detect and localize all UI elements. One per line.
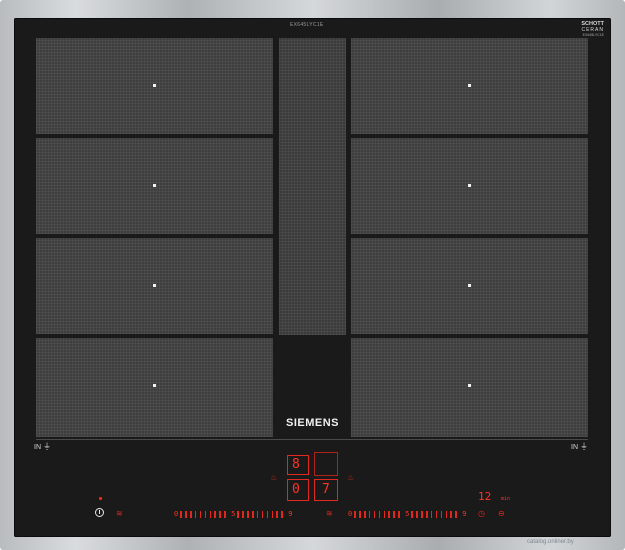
power-indicator-dot: [99, 497, 102, 500]
watermark: catalog.onliner.by: [527, 539, 574, 545]
zone-center-dot: [153, 384, 156, 387]
slider-left-min: 0: [174, 510, 179, 518]
timer-unit: min: [500, 496, 510, 502]
ground-icon: ⏚: [43, 442, 51, 451]
in-label-left-text: IN: [34, 444, 41, 451]
menu-icon-center[interactable]: ≋: [326, 509, 333, 518]
model-label: EX645LYC1E: [290, 22, 324, 28]
cooking-zone-left-4[interactable]: [36, 338, 273, 437]
display-right-digit: 7: [322, 482, 330, 497]
slider-right-mid: 5: [405, 510, 410, 518]
display-bottom-digit: 0: [292, 482, 300, 497]
display-top-left[interactable]: 8: [287, 455, 309, 475]
display-bottom-left[interactable]: 0: [287, 479, 309, 501]
schott-ceran-logo: SCHOTT CERAN EX645LYC1E: [564, 21, 604, 38]
zone-center-dot: [468, 384, 471, 387]
in-label-left: IN ⏚: [34, 441, 51, 452]
cooking-zone-right-1[interactable]: [351, 38, 588, 134]
ground-icon: ⏚: [580, 442, 588, 451]
cooking-zone-right-3[interactable]: [351, 238, 588, 334]
in-label-right: IN ⏚: [571, 441, 588, 452]
minus-icon[interactable]: ⊖: [498, 509, 505, 518]
power-slider-right[interactable]: 0 5 9: [346, 509, 468, 519]
siemens-logo: SIEMENS: [285, 417, 339, 429]
cooking-zone-right-4[interactable]: [351, 338, 588, 437]
cooking-zone-left-2[interactable]: [36, 138, 273, 234]
zone-center-dot: [153, 184, 156, 187]
slider-right-min: 0: [348, 510, 353, 518]
center-strip: [279, 38, 346, 335]
zone-center-dot: [468, 184, 471, 187]
power-slider-left[interactable]: 0 5 9: [172, 509, 294, 519]
cooking-zone-left-3[interactable]: [36, 238, 273, 334]
heat-icon[interactable]: ♨: [270, 473, 277, 482]
heat-icon-right[interactable]: ♨: [347, 473, 354, 482]
slider-left-mid: 5: [231, 510, 236, 518]
cooking-zone-right-2[interactable]: [351, 138, 588, 234]
zone-center-dot: [468, 284, 471, 287]
display-top-right[interactable]: [314, 452, 338, 476]
in-label-right-text: IN: [571, 444, 578, 451]
power-icon[interactable]: [95, 508, 104, 517]
timer-value: 12: [478, 490, 492, 503]
zone-center-dot: [153, 284, 156, 287]
menu-icon[interactable]: ≋: [116, 509, 123, 518]
cooking-zone-left-1[interactable]: [36, 38, 273, 134]
zone-center-dot: [468, 84, 471, 87]
display-top-digit: 8: [292, 457, 300, 472]
timer-display[interactable]: 12 min: [478, 485, 510, 504]
zone-center-dot: [153, 84, 156, 87]
cooktop-baseline: [36, 439, 588, 440]
timer-icon[interactable]: ◷: [478, 509, 485, 518]
slider-left-max: 9: [288, 510, 293, 518]
display-bottom-right[interactable]: 7: [314, 479, 338, 501]
slider-right-max: 9: [462, 510, 467, 518]
